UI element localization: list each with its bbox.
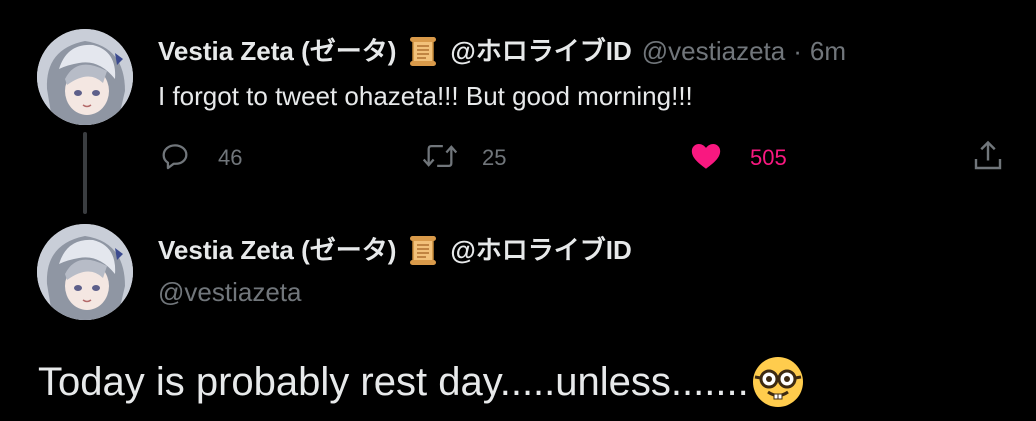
org-handle[interactable]: @ホロライブID [450,35,631,67]
display-name[interactable]: Vestia Zeta (ゼータ) [158,234,396,266]
reply-button[interactable]: 46 [158,138,242,178]
org-handle[interactable]: @ホロライブID [450,234,631,266]
tweet-header: Vestia Zeta (ゼータ) @ホロライブID [158,233,632,267]
reply-count: 46 [218,145,243,170]
avatar-image [37,224,133,320]
retweet-icon [420,139,460,178]
timestamp[interactable]: 6m [810,35,846,67]
heart-filled-icon [688,139,724,178]
tweet-text: I forgot to tweet ohazeta!!! But good mo… [158,81,693,111]
scroll-emoji-icon [406,233,440,267]
thread-connector-line [83,132,87,214]
share-button[interactable] [970,138,1006,178]
tweet-header: Vestia Zeta (ゼータ) @ホロライブID @vestiazeta ·… [158,34,846,68]
share-icon [970,138,1006,179]
retweet-count: 25 [482,145,507,170]
user-handle[interactable]: @vestiazeta [158,276,301,308]
like-button[interactable]: 505 [688,138,787,178]
avatar[interactable] [37,29,133,125]
avatar[interactable] [37,224,133,320]
nerd-face-emoji-icon [751,355,805,409]
tweet-text-content: Today is probably rest day.....unless...… [38,360,749,404]
like-count: 505 [750,145,787,170]
tweet-text: Today is probably rest day.....unless...… [38,355,805,409]
tweet-actions: 46 25 505 [158,138,1008,178]
separator-dot: · [793,36,802,66]
reply-icon [158,139,192,178]
user-handle[interactable]: @vestiazeta [642,35,785,67]
avatar-image [37,29,133,125]
tweet-parent[interactable]: Vestia Zeta (ゼータ) @ホロライブID @vestiazeta ·… [0,0,1036,215]
display-name[interactable]: Vestia Zeta (ゼータ) [158,35,396,67]
scroll-emoji-icon [406,34,440,68]
retweet-button[interactable]: 25 [420,138,506,178]
